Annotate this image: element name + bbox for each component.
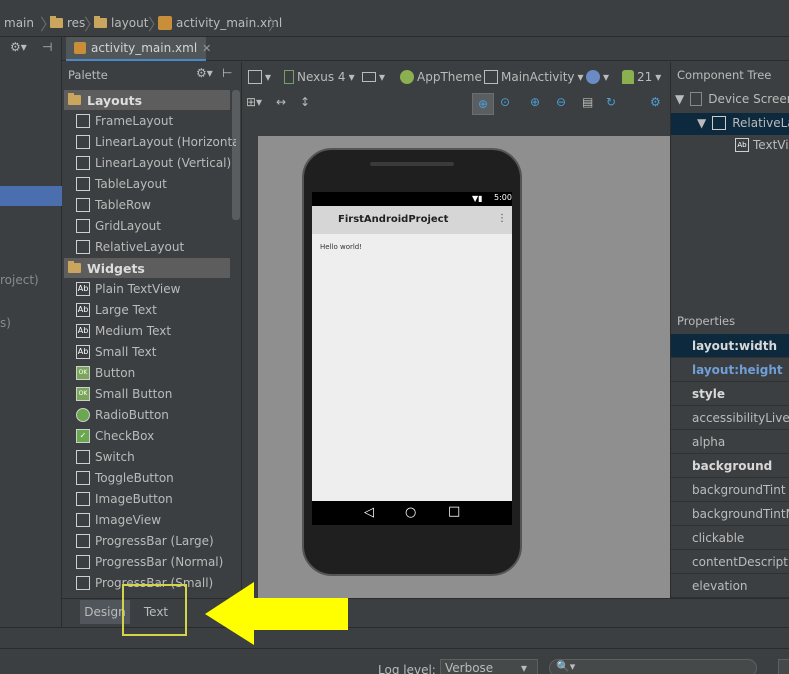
- annotation-overlay: [122, 582, 348, 645]
- highlight-box: [122, 584, 187, 636]
- android-studio-window: main 〉 res 〉 layout 〉 activity_main.xml …: [0, 0, 789, 674]
- arrow-icon: [205, 582, 348, 645]
